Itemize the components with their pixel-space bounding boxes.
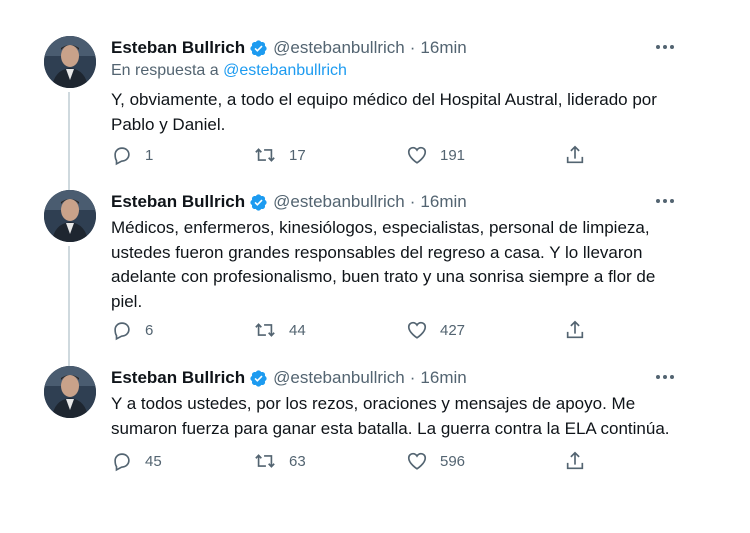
author-handle[interactable]: @estebanbullrich xyxy=(273,38,405,58)
retweet-icon xyxy=(255,148,275,162)
verified-badge-icon xyxy=(249,39,268,58)
reply-icon xyxy=(114,147,130,166)
tweet-actions: 45 63 596 xyxy=(0,449,750,473)
retweet-icon xyxy=(255,454,275,468)
like-button[interactable]: 191 xyxy=(406,143,465,167)
more-icon[interactable] xyxy=(654,366,676,388)
author-handle[interactable]: @estebanbullrich xyxy=(273,368,405,388)
tweet-text: Y, obviamente, a todo el equipo médico d… xyxy=(111,90,657,134)
share-icon xyxy=(566,451,584,470)
like-icon xyxy=(407,452,427,470)
separator: · xyxy=(409,368,416,387)
avatar[interactable] xyxy=(44,36,96,88)
separator: · xyxy=(409,38,416,57)
verified-badge-icon xyxy=(249,369,268,388)
reply-icon xyxy=(114,453,130,472)
tweet-text: Médicos, enfermeros, kinesiólogos, espec… xyxy=(111,218,656,311)
share-button[interactable] xyxy=(564,143,586,167)
reply-count: 45 xyxy=(145,452,162,470)
like-count: 191 xyxy=(440,146,466,164)
reply-mention-link[interactable]: @estebanbullrich xyxy=(223,62,347,79)
like-count: 596 xyxy=(440,452,466,470)
like-count: 427 xyxy=(440,321,466,339)
retweet-button[interactable]: 63 xyxy=(253,449,306,473)
author-name[interactable]: Esteban Bullrich xyxy=(111,38,245,58)
reply-count: 1 xyxy=(145,146,154,164)
author-name[interactable]: Esteban Bullrich xyxy=(111,368,245,388)
more-icon[interactable] xyxy=(654,190,676,212)
share-button[interactable] xyxy=(564,318,586,342)
retweet-count: 63 xyxy=(289,452,306,470)
tweet-actions: 6 44 427 xyxy=(0,318,750,342)
share-button[interactable] xyxy=(564,449,586,473)
reply-button[interactable]: 45 xyxy=(111,449,162,473)
more-icon[interactable] xyxy=(654,36,676,58)
avatar[interactable] xyxy=(44,366,96,418)
retweet-icon xyxy=(255,323,275,337)
reply-context: En respuesta a @estebanbullrich xyxy=(111,62,347,80)
like-button[interactable]: 427 xyxy=(406,318,465,342)
share-icon xyxy=(566,320,584,339)
tweet[interactable]: Esteban Bullrich @estebanbullrich · 16mi… xyxy=(0,366,750,476)
author-name[interactable]: Esteban Bullrich xyxy=(111,192,245,212)
share-icon xyxy=(566,145,584,164)
reply-count: 6 xyxy=(145,321,154,339)
like-button[interactable]: 596 xyxy=(406,449,465,473)
tweet[interactable]: Esteban Bullrich @estebanbullrich · 16mi… xyxy=(0,190,750,350)
verified-badge-icon xyxy=(249,193,268,212)
tweet-header: Esteban Bullrich @estebanbullrich · 16mi… xyxy=(111,36,467,60)
tweet-header: Esteban Bullrich @estebanbullrich · 16mi… xyxy=(111,190,467,214)
author-handle[interactable]: @estebanbullrich xyxy=(273,192,405,212)
timestamp[interactable]: 16min xyxy=(420,192,466,212)
like-icon xyxy=(407,321,427,339)
reply-prefix: En respuesta a xyxy=(111,62,219,79)
tweet-actions: 1 17 191 xyxy=(0,143,750,167)
reply-button[interactable]: 1 xyxy=(111,143,153,167)
timestamp[interactable]: 16min xyxy=(420,368,466,388)
reply-icon xyxy=(114,322,130,341)
tweet-header: Esteban Bullrich @estebanbullrich · 16mi… xyxy=(111,366,467,390)
like-icon xyxy=(407,146,427,164)
reply-button[interactable]: 6 xyxy=(111,318,153,342)
separator: · xyxy=(409,192,416,211)
retweet-button[interactable]: 17 xyxy=(253,143,306,167)
timestamp[interactable]: 16min xyxy=(420,38,466,58)
tweet-text: Y a todos ustedes, por los rezos, oracio… xyxy=(111,394,670,438)
avatar[interactable] xyxy=(44,190,96,242)
retweet-button[interactable]: 44 xyxy=(253,318,306,342)
retweet-count: 44 xyxy=(289,321,306,339)
retweet-count: 17 xyxy=(289,146,306,164)
tweet[interactable]: Esteban Bullrich @estebanbullrich · 16mi… xyxy=(0,36,750,176)
